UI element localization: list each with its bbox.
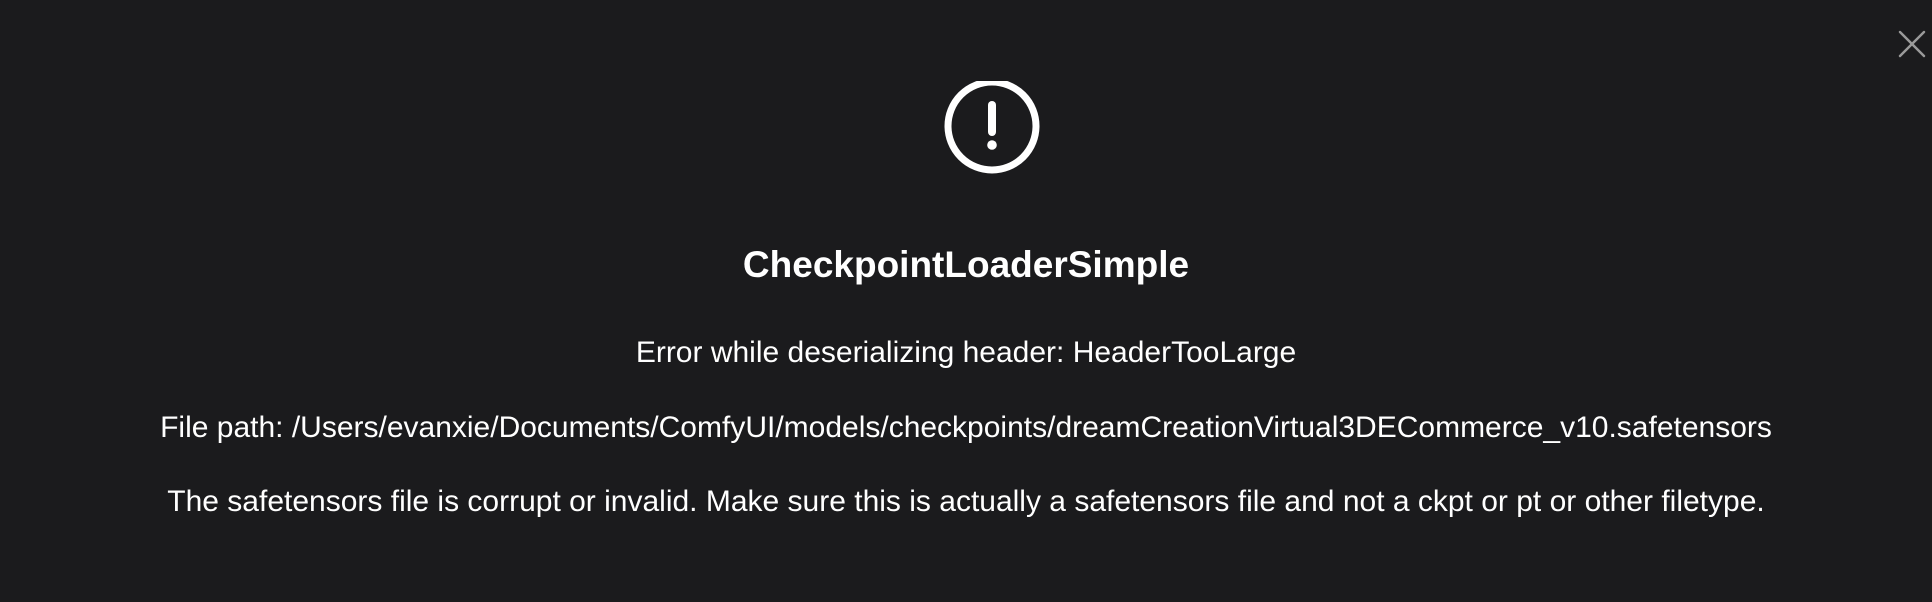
dialog-title: CheckpointLoaderSimple: [742, 244, 1190, 285]
error-message: Error while deserializing header: Header…: [635, 336, 1297, 369]
hint-message: The safetensors file is corrupt or inval…: [167, 485, 1765, 518]
close-button[interactable]: [1894, 26, 1930, 62]
close-icon: [1898, 30, 1926, 58]
file-path-message: File path: /Users/evanxie/Documents/Comf…: [160, 411, 1772, 444]
error-dialog: CheckpointLoaderSimple Error while deser…: [0, 0, 1932, 602]
exclamation-circle-icon: [942, 81, 1042, 181]
